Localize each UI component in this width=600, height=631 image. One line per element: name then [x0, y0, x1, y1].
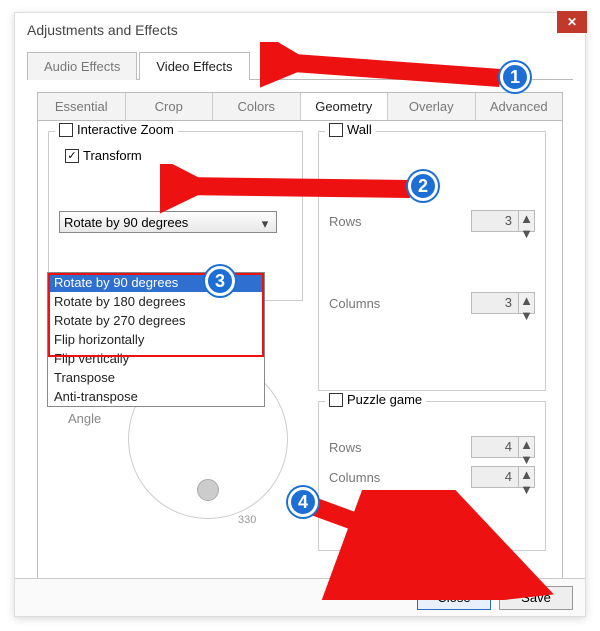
close-button[interactable]: Close: [417, 586, 491, 610]
annotation-callout-1: 1: [500, 62, 530, 92]
puzzle-cols-value[interactable]: 4: [471, 466, 519, 488]
tab-overlay[interactable]: Overlay: [388, 93, 476, 120]
titlebar: Adjustments and Effects: [15, 13, 585, 47]
puzzle-label: Puzzle game: [347, 392, 422, 407]
puzzle-checkbox[interactable]: [329, 393, 343, 407]
tab-crop[interactable]: Crop: [126, 93, 214, 120]
stepper-arrows[interactable]: ▲▼: [519, 436, 535, 458]
option-flip-vertical[interactable]: Flip vertically: [48, 349, 264, 368]
close-icon[interactable]: ✕: [557, 11, 587, 33]
annotation-callout-4: 4: [288, 487, 318, 517]
tab-audio-effects[interactable]: Audio Effects: [27, 52, 137, 80]
option-flip-horizontal[interactable]: Flip horizontally: [48, 330, 264, 349]
puzzle-rows-spinner[interactable]: 4 ▲▼: [471, 436, 535, 458]
wall-label: Wall: [347, 122, 372, 137]
chevron-down-icon: ▾: [258, 216, 272, 230]
option-anti-transpose[interactable]: Anti-transpose: [48, 387, 264, 406]
puzzle-cols-label: Columns: [329, 470, 380, 485]
option-rotate-270[interactable]: Rotate by 270 degrees: [48, 311, 264, 330]
wall-rows-value[interactable]: 3: [471, 210, 519, 232]
transform-selected: Rotate by 90 degrees: [64, 215, 188, 230]
puzzle-rows-label: Rows: [329, 440, 362, 455]
tab-video-effects[interactable]: Video Effects: [139, 52, 249, 80]
stepper-arrows[interactable]: ▲▼: [519, 466, 535, 488]
puzzle-rows-value[interactable]: 4: [471, 436, 519, 458]
wall-checkbox[interactable]: [329, 123, 343, 137]
stepper-arrows[interactable]: ▲▼: [519, 292, 535, 314]
stepper-arrows[interactable]: ▲▼: [519, 210, 535, 232]
interactive-zoom-checkbox[interactable]: [59, 123, 73, 137]
tab-essential[interactable]: Essential: [38, 93, 126, 120]
puzzle-group: Puzzle game Rows 4 ▲▼ Columns 4 ▲▼: [318, 401, 546, 551]
puzzle-cols-spinner[interactable]: 4 ▲▼: [471, 466, 535, 488]
wall-cols-value[interactable]: 3: [471, 292, 519, 314]
transform-combobox[interactable]: Rotate by 90 degrees ▾: [59, 211, 277, 233]
wall-cols-spinner[interactable]: 3 ▲▼: [471, 292, 535, 314]
tab-colors[interactable]: Colors: [213, 93, 301, 120]
transform-dropdown[interactable]: Rotate by 90 degrees Rotate by 180 degre…: [47, 272, 265, 407]
option-transpose[interactable]: Transpose: [48, 368, 264, 387]
interactive-zoom-header[interactable]: Interactive Zoom: [55, 122, 178, 137]
transform-checkbox[interactable]: ✓: [65, 149, 79, 163]
dialog-title: Adjustments and Effects: [27, 22, 573, 38]
dialog-buttons: Close Save: [15, 578, 585, 616]
save-button[interactable]: Save: [499, 586, 573, 610]
option-rotate-180[interactable]: Rotate by 180 degrees: [48, 292, 264, 311]
puzzle-header[interactable]: Puzzle game: [325, 392, 426, 407]
interactive-zoom-label: Interactive Zoom: [77, 122, 174, 137]
transform-row[interactable]: ✓ Transform: [65, 148, 292, 163]
wall-group: Wall Rows 3 ▲▼ Columns 3 ▲▼: [318, 131, 546, 391]
top-tabbar: Audio Effects Video Effects: [27, 51, 573, 80]
wall-header[interactable]: Wall: [325, 122, 376, 137]
sub-tabbar: Essential Crop Colors Geometry Overlay A…: [37, 92, 563, 121]
wall-rows-label: Rows: [329, 214, 362, 229]
tab-advanced[interactable]: Advanced: [476, 93, 563, 120]
wall-cols-label: Columns: [329, 296, 380, 311]
annotation-callout-2: 2: [408, 171, 438, 201]
annotation-callout-3: 3: [205, 266, 235, 296]
tab-geometry[interactable]: Geometry: [301, 93, 389, 120]
angle-tick-330: 330: [238, 514, 256, 526]
transform-label: Transform: [83, 148, 142, 163]
angle-label: Angle: [68, 411, 101, 426]
wall-rows-spinner[interactable]: 3 ▲▼: [471, 210, 535, 232]
